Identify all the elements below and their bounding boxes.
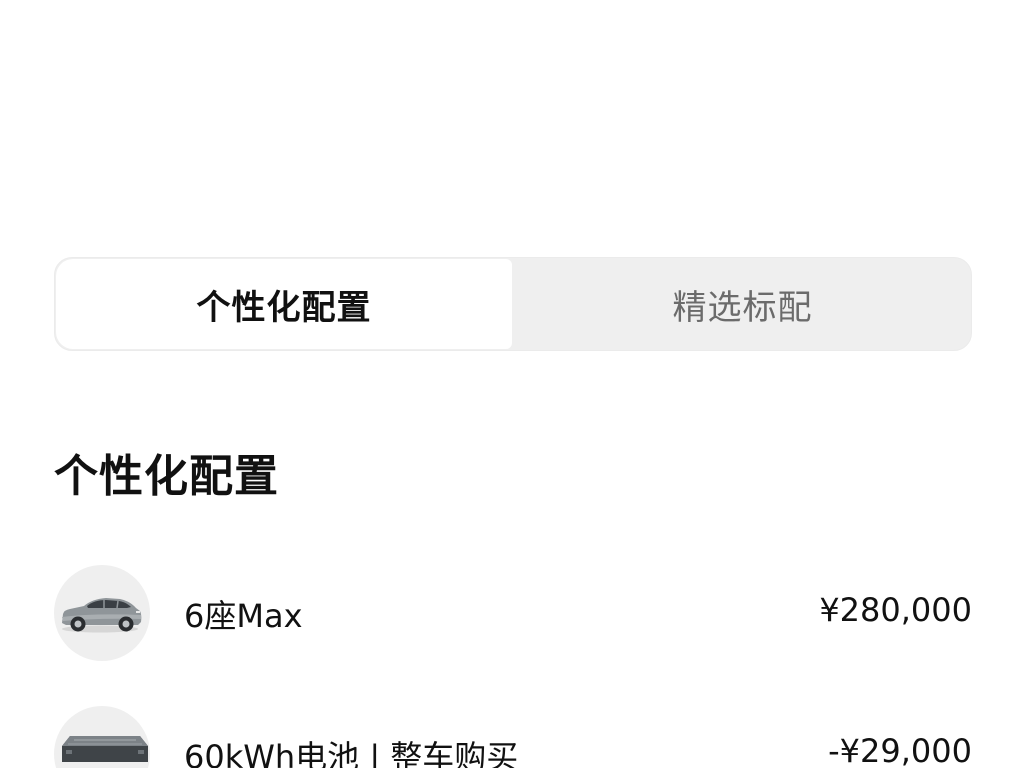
config-mode-segmented-control: 个性化配置 精选标配 <box>54 257 972 351</box>
config-item-price: ¥280,000 <box>819 591 972 629</box>
config-item-price: -¥29,000 <box>828 732 972 768</box>
tab-personalized-config[interactable]: 个性化配置 <box>56 259 512 349</box>
config-item-label: 60kWh电池 | 整车购买 <box>184 738 519 768</box>
car-thumbnail-icon <box>54 565 150 661</box>
tab-selected-standard[interactable]: 精选标配 <box>514 258 971 350</box>
config-item-label: 6座Max <box>184 597 303 635</box>
battery-pack-thumbnail-icon <box>54 706 150 768</box>
section-title: 个性化配置 <box>54 451 279 502</box>
config-item-row[interactable]: 60kWh电池 | 整车购买 -¥29,000 <box>54 706 972 768</box>
config-page: 个性化配置 精选标配 个性化配置 6座Max ¥280,000 60kWh电池 … <box>0 0 1024 768</box>
config-item-row[interactable]: 6座Max ¥280,000 <box>54 565 972 661</box>
